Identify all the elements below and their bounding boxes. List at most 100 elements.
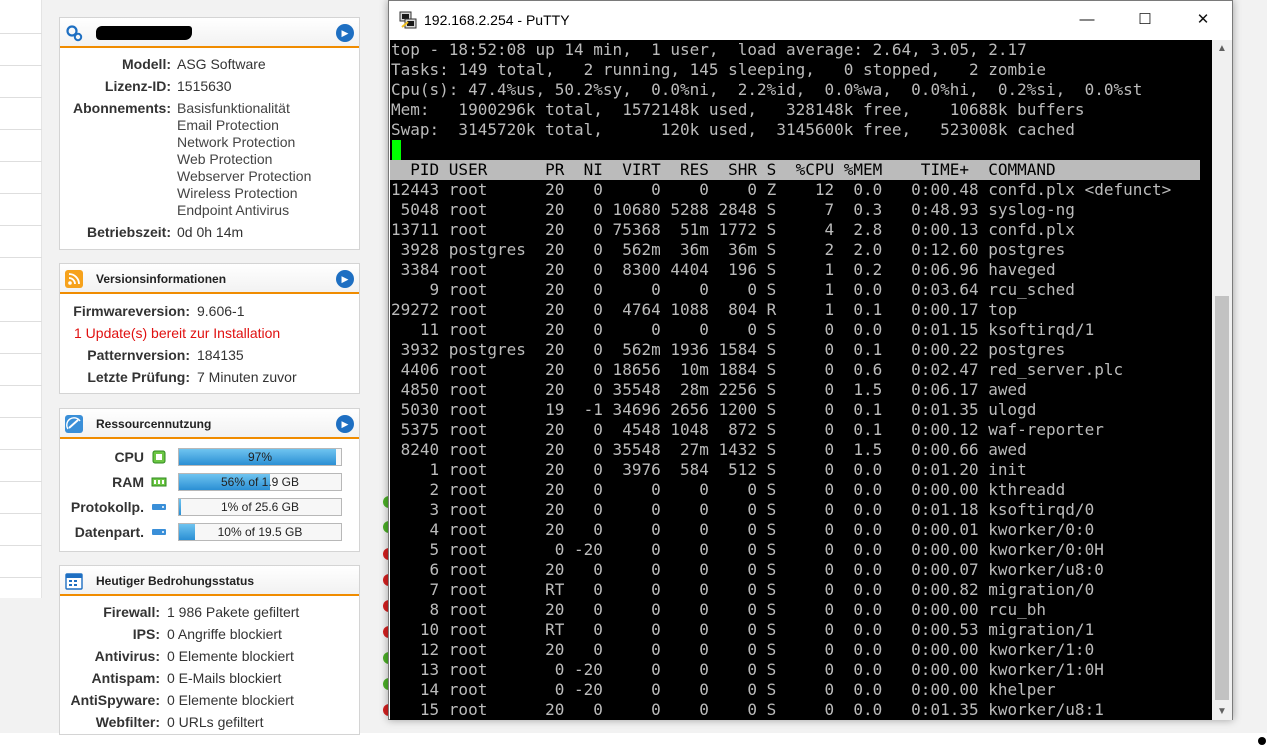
log-partition-label: Protokollp. bbox=[70, 499, 144, 515]
scroll-down-arrow-icon[interactable]: ▼ bbox=[1212, 703, 1232, 720]
data-partition-bar: 10% of 19.5 GB bbox=[178, 523, 342, 541]
data-partition-text: 10% of 19.5 GB bbox=[217, 525, 303, 539]
process-row: 15 root 20 0 0 0 0 S 0 0.0 0:01.35 kwork… bbox=[391, 700, 1104, 719]
cpu-usage-bar: 97% bbox=[178, 448, 342, 466]
threat-status-panel: Heutiger Bedrohungsstatus Firewall: 1 98… bbox=[59, 565, 360, 735]
maximize-button[interactable]: ☐ bbox=[1116, 1, 1174, 39]
close-button[interactable]: ✕ bbox=[1174, 1, 1232, 39]
threat-value: 0 URLs gefiltert bbox=[167, 714, 264, 730]
open-details-button[interactable]: ▶ bbox=[336, 24, 354, 42]
threat-label: Antivirus: bbox=[94, 648, 160, 664]
pattern-value: 184135 bbox=[197, 347, 244, 363]
process-row: 5048 root 20 0 10680 5288 2848 S 7 0.3 0… bbox=[391, 200, 1075, 219]
subscription-item: Web Protection bbox=[177, 151, 273, 167]
threat-label: AntiSpyware: bbox=[70, 692, 160, 708]
last-check-value: 7 Minuten zuvor bbox=[197, 369, 297, 385]
update-available-link[interactable]: 1 Update(s) bereit zur Installation bbox=[74, 325, 280, 341]
scroll-up-arrow-icon[interactable]: ▲ bbox=[1212, 40, 1232, 57]
threat-label: Webfilter: bbox=[95, 714, 160, 730]
pattern-row: Patternversion: 184135 bbox=[60, 347, 360, 365]
terminal-scrollbar[interactable]: ▲ ▼ bbox=[1212, 40, 1232, 720]
uptime-value: 0d 0h 14m bbox=[177, 224, 244, 240]
data-partition-label: Datenpart. bbox=[74, 524, 144, 540]
calendar-icon bbox=[65, 573, 83, 590]
cpu-label: CPU bbox=[114, 449, 144, 465]
subscription-item: Network Protection bbox=[177, 134, 296, 150]
process-row: 3384 root 20 0 8300 4404 196 S 1 0.2 0:0… bbox=[391, 260, 1056, 279]
gears-icon bbox=[66, 25, 83, 42]
process-row: 3932 postgres 20 0 562m 1936 1584 S 0 0.… bbox=[391, 340, 1066, 359]
putty-window: 192.168.2.254 - PuTTY — ☐ ✕ top - 18:52:… bbox=[388, 0, 1233, 720]
top-summary-swap: Swap: 3145720k total, 120k used, 3145600… bbox=[391, 120, 1075, 139]
ram-usage-text: 56% of 1.9 GB bbox=[220, 475, 300, 489]
process-row: 29272 root 20 0 4764 1088 804 R 1 0.1 0:… bbox=[391, 300, 1018, 319]
process-row: 13 root 0 -20 0 0 0 S 0 0.0 0:00.00 kwor… bbox=[391, 660, 1104, 679]
threat-value: 0 Angriffe blockiert bbox=[167, 626, 282, 642]
subscriptions-label: Abonnements: bbox=[73, 100, 171, 116]
model-row: Modell: ASG Software bbox=[60, 56, 360, 74]
subscription-item: Basisfunktionalität bbox=[177, 100, 290, 116]
cpu-usage-text: 97% bbox=[247, 450, 273, 464]
license-label: Lizenz-ID: bbox=[104, 78, 171, 94]
firmware-label: Firmwareversion: bbox=[73, 303, 190, 319]
threat-value: 1 986 Pakete gefiltert bbox=[167, 604, 300, 620]
open-resources-button[interactable]: ▶ bbox=[336, 415, 354, 433]
license-value: 1515630 bbox=[177, 78, 232, 94]
admin-nav-lower bbox=[0, 598, 42, 733]
threat-value: 0 Elemente blockiert bbox=[167, 648, 294, 664]
system-info-panel: ▶ Modell: ASG Software Lizenz-ID: 151563… bbox=[59, 17, 360, 250]
uptime-label: Betriebszeit: bbox=[86, 224, 171, 240]
system-info-header: ▶ bbox=[60, 18, 359, 48]
log-partition-text: 1% of 25.6 GB bbox=[220, 500, 300, 514]
process-row: 8240 root 20 0 35548 27m 1432 S 0 1.5 0:… bbox=[391, 440, 1027, 459]
process-table-header: PID USER PR NI VIRT RES SHR S %CPU %MEM … bbox=[390, 160, 1200, 180]
top-summary-cpu: Cpu(s): 47.4%us, 50.2%sy, 0.0%ni, 2.2%id… bbox=[391, 80, 1143, 99]
process-row: 4406 root 20 0 18656 10m 1884 S 0 0.6 0:… bbox=[391, 360, 1124, 379]
process-row: 3928 postgres 20 0 562m 36m 36m S 2 2.0 … bbox=[391, 240, 1066, 259]
window-titlebar[interactable]: 192.168.2.254 - PuTTY — ☐ ✕ bbox=[389, 1, 1232, 39]
log-partition-row: Protokollp. 1% of 25.6 GB bbox=[60, 497, 360, 517]
threat-row: AntiSpyware: 0 Elemente blockiert bbox=[60, 692, 360, 710]
pattern-label: Patternversion: bbox=[87, 347, 190, 363]
scrollbar-thumb[interactable] bbox=[1215, 296, 1229, 700]
minimize-button[interactable]: — bbox=[1058, 1, 1116, 39]
threat-row: Firewall: 1 986 Pakete gefiltert bbox=[60, 604, 360, 622]
process-row: 4 root 20 0 0 0 0 S 0 0.0 0:00.01 kworke… bbox=[391, 520, 1095, 539]
resource-usage-title: Ressourcennutzung bbox=[96, 417, 212, 431]
threat-value: 0 E-Mails blockiert bbox=[167, 670, 282, 686]
resource-usage-panel: Ressourcennutzung ▶ CPU 97% RAM 56% of 1… bbox=[59, 408, 360, 552]
process-row: 1 root 20 0 3976 584 512 S 0 0.0 0:01.20… bbox=[391, 460, 1027, 479]
process-row: 6 root 20 0 0 0 0 S 0 0.0 0:00.07 kworke… bbox=[391, 560, 1104, 579]
threat-label: IPS: bbox=[132, 626, 160, 642]
ram-row: RAM 56% of 1.9 GB bbox=[60, 472, 360, 492]
firmware-value: 9.606-1 bbox=[197, 303, 245, 319]
process-row: 4850 root 20 0 35548 28m 2256 S 0 1.5 0:… bbox=[391, 380, 1027, 399]
subscription-item: Webserver Protection bbox=[177, 168, 312, 184]
process-row: 5375 root 20 0 4548 1048 872 S 0 0.1 0:0… bbox=[391, 420, 1104, 439]
open-version-button[interactable]: ▶ bbox=[336, 270, 354, 288]
terminal-screen[interactable]: top - 18:52:08 up 14 min, 1 user, load a… bbox=[390, 40, 1212, 720]
process-row: 10 root RT 0 0 0 0 S 0 0.0 0:00.53 migra… bbox=[391, 620, 1095, 639]
threat-label: Firewall: bbox=[103, 604, 160, 620]
firmware-row: Firmwareversion: 9.606-1 bbox=[60, 303, 360, 321]
last-check-row: Letzte Prüfung: 7 Minuten zuvor bbox=[60, 369, 360, 387]
subscription-item: Endpoint Antivirus bbox=[177, 202, 290, 218]
threat-row: Webfilter: 0 URLs gefiltert bbox=[60, 714, 360, 732]
threat-row: Antivirus: 0 Elemente blockiert bbox=[60, 648, 360, 666]
threat-row: IPS: 0 Angriffe blockiert bbox=[60, 626, 360, 644]
window-title: 192.168.2.254 - PuTTY bbox=[424, 12, 570, 28]
license-row: Lizenz-ID: 1515630 bbox=[60, 78, 360, 96]
process-row: 12 root 20 0 0 0 0 S 0 0.0 0:00.00 kwork… bbox=[391, 640, 1095, 659]
ram-usage-bar: 56% of 1.9 GB bbox=[178, 473, 342, 491]
process-row: 2 root 20 0 0 0 0 S 0 0.0 0:00.00 kthrea… bbox=[391, 480, 1066, 499]
model-label: Modell: bbox=[122, 56, 171, 72]
uptime-row: Betriebszeit: 0d 0h 14m bbox=[60, 224, 360, 242]
model-value: ASG Software bbox=[177, 56, 266, 72]
data-partition-row: Datenpart. 10% of 19.5 GB bbox=[60, 522, 360, 542]
chip-icon bbox=[152, 450, 166, 464]
threat-value: 0 Elemente blockiert bbox=[167, 692, 294, 708]
top-summary-mem: Mem: 1900296k total, 1572148k used, 3281… bbox=[391, 100, 1085, 119]
process-row: 5030 root 19 -1 34696 2656 1200 S 0 0.1 … bbox=[391, 400, 1037, 419]
process-row: 12443 root 20 0 0 0 0 Z 12 0.0 0:00.48 c… bbox=[391, 180, 1172, 199]
resource-usage-header: Ressourcennutzung ▶ bbox=[60, 409, 359, 439]
